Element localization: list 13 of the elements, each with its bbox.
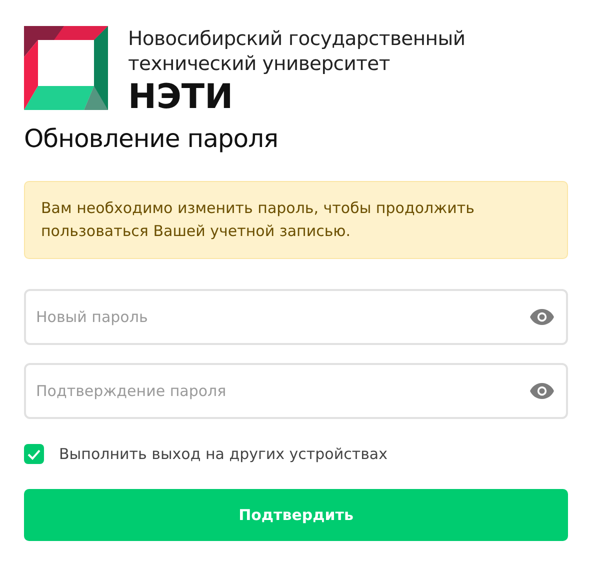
logo-icon (24, 26, 108, 110)
password-field[interactable]: Новый пароль (24, 289, 568, 345)
check-icon (27, 448, 41, 460)
eye-icon[interactable] (530, 383, 554, 399)
password-field[interactable]: Подтверждение пароля (24, 363, 568, 419)
checkbox[interactable] (24, 444, 44, 464)
university-name: Новосибирский государственный технический университет (128, 26, 466, 76)
university-abbreviation: НЭТИ (128, 79, 234, 115)
eye-icon[interactable] (530, 309, 554, 325)
submit-button[interactable]: Подтвердить (24, 489, 568, 541)
checkbox-label: Выполнить выход на других устройствах (59, 445, 388, 463)
page-title: Обновление пароля (24, 123, 278, 155)
warning-alert: Вам необходимо изменить пароль, чтобы продолжить пользоваться Вашей учетной записью. (24, 181, 568, 259)
